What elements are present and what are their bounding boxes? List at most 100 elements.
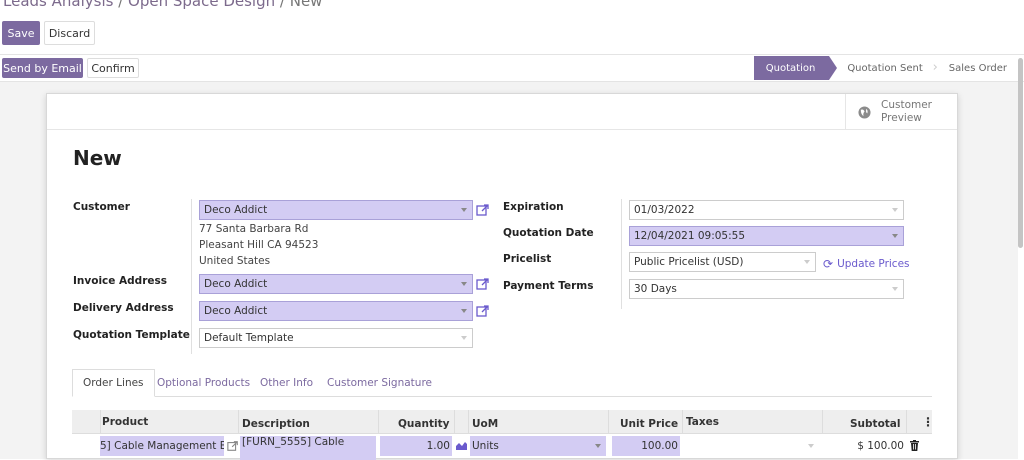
stage-label: Quotation xyxy=(765,62,816,74)
kebab-icon[interactable]: ⋮ xyxy=(922,410,934,434)
customer-value: Deco Addict xyxy=(204,204,268,216)
dropdown-caret-icon xyxy=(461,282,467,286)
button-box: Customer Preview xyxy=(47,94,957,130)
invoice-address-label: Invoice Address xyxy=(73,275,167,287)
dropdown-caret-icon xyxy=(808,444,814,448)
address-line-2: Pleasant Hill CA 94523 xyxy=(199,239,319,251)
column-header-uom[interactable]: UoM xyxy=(472,412,498,436)
dropdown-caret-icon xyxy=(892,234,898,238)
external-link-icon[interactable] xyxy=(476,277,490,291)
delivery-address-field[interactable]: Deco Addict xyxy=(199,301,473,321)
column-header-quantity[interactable]: Quantity xyxy=(398,412,449,436)
description-cell[interactable]: [FURN_5555] Cable xyxy=(240,436,376,460)
preview-label-1: Customer xyxy=(881,99,933,111)
column-separator xyxy=(468,410,469,434)
payment-terms-field[interactable]: 30 Days xyxy=(629,279,904,299)
divider xyxy=(0,54,1024,55)
tab-order-lines[interactable]: Order Lines xyxy=(72,369,155,397)
breadcrumb-open-space-design[interactable]: Open Space Design xyxy=(128,0,275,10)
uom-value: Units xyxy=(472,440,499,452)
confirm-button[interactable]: Confirm xyxy=(87,58,139,78)
tab-customer-signature[interactable]: Customer Signature xyxy=(317,369,442,397)
column-separator xyxy=(454,410,455,434)
quotation-date-label: Quotation Date xyxy=(503,227,594,239)
external-link-icon[interactable] xyxy=(476,203,490,217)
trash-icon[interactable] xyxy=(910,440,919,451)
column-separator xyxy=(238,410,239,434)
customer-label: Customer xyxy=(73,201,130,213)
tab-optional-products[interactable]: Optional Products xyxy=(147,369,260,397)
update-prices-label: Update Prices xyxy=(837,258,910,270)
dropdown-caret-icon xyxy=(461,309,467,313)
pricelist-label: Pricelist xyxy=(503,253,552,265)
delivery-address-label: Delivery Address xyxy=(73,302,174,314)
form-sheet: Customer Preview New Customer Deco Addict… xyxy=(46,93,958,460)
dropdown-caret-icon xyxy=(804,260,810,264)
update-prices-button[interactable]: ⟳ Update Prices xyxy=(823,257,910,271)
expiration-label: Expiration xyxy=(503,201,564,213)
external-link-icon[interactable] xyxy=(476,304,490,318)
stage-label: Quotation Sent xyxy=(847,62,923,74)
breadcrumb-current: New xyxy=(289,0,323,10)
chart-icon[interactable] xyxy=(456,441,467,450)
globe-icon xyxy=(858,105,871,119)
column-separator xyxy=(100,410,101,434)
refresh-icon: ⟳ xyxy=(823,257,834,271)
page-title: New xyxy=(73,146,122,170)
discard-button[interactable]: Discard xyxy=(44,21,95,45)
table-row[interactable]: 5] Cable Management Box [FURN_5555] Cabl… xyxy=(72,434,932,460)
quantity-cell[interactable]: 1.00 xyxy=(380,436,452,456)
tab-other-info[interactable]: Other Info xyxy=(250,369,323,397)
dropdown-caret-icon xyxy=(461,336,467,340)
breadcrumb-separator: / xyxy=(275,0,290,10)
column-header-taxes[interactable]: Taxes xyxy=(686,410,719,434)
breadcrumb-separator: / xyxy=(113,0,129,10)
address-line-1: 77 Santa Barbara Rd xyxy=(199,223,309,235)
save-button[interactable]: Save xyxy=(2,21,40,45)
invoice-address-field[interactable]: Deco Addict xyxy=(199,274,473,294)
external-link-icon[interactable] xyxy=(227,440,239,452)
stage-quotation[interactable]: Quotation xyxy=(753,56,837,80)
column-separator xyxy=(682,410,683,434)
expiration-value: 01/03/2022 xyxy=(634,204,695,216)
expiration-field[interactable]: 01/03/2022 xyxy=(629,200,904,220)
delivery-address-value: Deco Addict xyxy=(204,305,268,317)
quotation-template-value: Default Template xyxy=(204,332,294,344)
label-divider xyxy=(621,199,622,309)
breadcrumb-leads-analysis[interactable]: Leads Analysis xyxy=(3,0,113,10)
dropdown-caret-icon xyxy=(892,208,898,212)
payment-terms-label: Payment Terms xyxy=(503,280,594,292)
stage-sales-order[interactable]: Sales Order xyxy=(935,56,1019,80)
scrollbar[interactable] xyxy=(1018,58,1023,248)
column-separator xyxy=(608,410,609,434)
subtotal-cell: $ 100.00 xyxy=(857,440,904,452)
pricelist-field[interactable]: Public Pricelist (USD) xyxy=(629,252,816,272)
taxes-cell[interactable] xyxy=(684,436,820,456)
column-header-subtotal[interactable]: Subtotal xyxy=(850,412,901,436)
column-header-unit-price[interactable]: Unit Price xyxy=(620,412,678,436)
customer-preview-button[interactable]: Customer Preview xyxy=(845,94,957,130)
stage-quotation-sent[interactable]: Quotation Sent › xyxy=(829,56,937,80)
invoice-address-value: Deco Addict xyxy=(204,278,268,290)
dropdown-caret-icon xyxy=(595,444,601,448)
payment-terms-value: 30 Days xyxy=(634,283,677,295)
breadcrumb: Leads Analysis / Open Space Design / New xyxy=(3,0,322,10)
pricelist-value: Public Pricelist (USD) xyxy=(634,256,744,268)
customer-field[interactable]: Deco Addict xyxy=(199,200,473,220)
column-header-description[interactable]: Description xyxy=(242,412,310,436)
status-bar: Quotation Quotation Sent › Sales Order xyxy=(753,56,1019,80)
quotation-date-value: 12/04/2021 09:05:55 xyxy=(634,230,746,242)
unit-price-cell[interactable]: 100.00 xyxy=(612,436,680,456)
send-by-email-button[interactable]: Send by Email xyxy=(2,58,83,78)
stage-label: Sales Order xyxy=(948,62,1007,74)
quotation-date-field[interactable]: 12/04/2021 09:05:55 xyxy=(629,226,904,246)
quotation-template-field[interactable]: Default Template xyxy=(199,328,473,348)
notebook-tabs: Order Lines Optional Products Other Info… xyxy=(72,369,932,397)
column-separator xyxy=(822,410,823,434)
uom-cell[interactable]: Units xyxy=(470,436,606,456)
quotation-template-label: Quotation Template xyxy=(73,329,190,341)
product-cell[interactable]: 5] Cable Management Box xyxy=(100,436,224,456)
dropdown-caret-icon xyxy=(892,287,898,291)
column-header-product[interactable]: Product xyxy=(102,410,148,434)
column-separator xyxy=(906,410,907,434)
